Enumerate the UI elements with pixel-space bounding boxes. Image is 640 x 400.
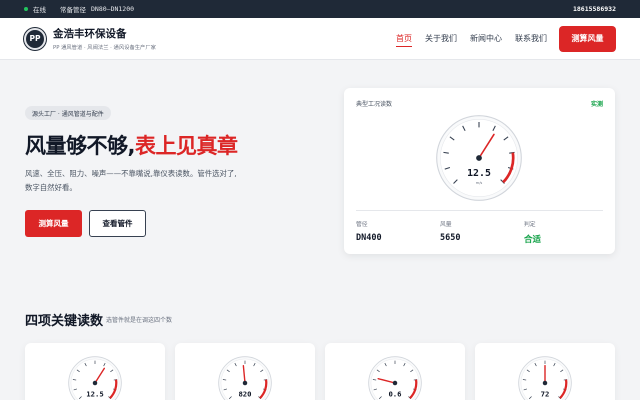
gauge-hub xyxy=(476,155,482,161)
main-nav: PP 金浩丰环保设备 PP 通风管道 · 风阀法兰 · 通风设备生产厂家 首页 … xyxy=(0,18,640,60)
nav-item-about[interactable]: 关于我们 xyxy=(425,31,457,46)
stat-verdict-label: 判定 xyxy=(524,222,536,228)
mini-gauge: 12.5 xyxy=(68,356,122,400)
gauge-hub xyxy=(392,380,398,386)
gauge-card-title: 典型工况读数 xyxy=(356,101,393,108)
top-bar: 在线 常备管径 DN80–DN1200 18615586932 xyxy=(0,0,640,18)
stock-label: 常备管径 xyxy=(60,6,86,14)
brand-tagline: PP 通风管道 · 风阀法兰 · 通风设备生产厂家 xyxy=(53,45,156,51)
gauge-reading: 12.5 xyxy=(467,168,491,179)
gauge-card: 典型工况读数 实测 12.5 m/s 管径 DN400 风量 5650 判定 合… xyxy=(344,88,615,254)
mini-gauge: 0.6 xyxy=(368,356,422,400)
metric-card-resistance[interactable]: 0.6 xyxy=(325,343,465,400)
brand-name[interactable]: 金浩丰环保设备 xyxy=(53,26,156,41)
hero-title-part1: 风量够不够, xyxy=(25,134,135,158)
gauge-hub xyxy=(242,380,248,386)
calculate-airflow-nav-button[interactable]: 测算风量 xyxy=(559,25,616,52)
nav-item-news[interactable]: 新闻中心 xyxy=(470,31,502,46)
stat-airflow-label: 风量 xyxy=(440,222,452,228)
mini-gauge-reading: 12.5 xyxy=(86,389,104,398)
stat-verdict: 判定 合适 xyxy=(524,219,541,245)
mini-gauge-reading: 72 xyxy=(541,389,550,398)
nav-item-home[interactable]: 首页 xyxy=(396,31,412,47)
nav-menu: 首页 关于我们 新闻中心 联系我们 测算风量 xyxy=(383,25,616,52)
stat-airflow: 风量 5650 xyxy=(440,219,460,243)
stat-diameter-label: 管径 xyxy=(356,222,368,228)
calculate-airflow-button[interactable]: 测算风量 xyxy=(25,210,82,237)
nav-item-contact[interactable]: 联系我们 xyxy=(515,31,547,46)
stat-diameter-value: DN400 xyxy=(356,233,382,243)
metric-card-velocity[interactable]: 12.5 xyxy=(25,343,165,400)
stat-diameter: 管径 DN400 xyxy=(356,219,382,243)
mini-gauge: 820 xyxy=(218,356,272,400)
mini-gauge-reading: 820 xyxy=(238,389,251,398)
brand: 金浩丰环保设备 PP 通风管道 · 风阀法兰 · 通风设备生产厂家 xyxy=(53,26,156,51)
main-gauge: 12.5 m/s xyxy=(436,115,522,201)
online-status-icon xyxy=(24,7,28,11)
stat-airflow-value: 5650 xyxy=(440,233,461,243)
gauge-hub xyxy=(542,380,548,386)
hero-title-highlight: 表上见真章 xyxy=(134,134,238,158)
gauge-unit: m/s xyxy=(476,181,483,185)
metric-card-noise[interactable]: 72 xyxy=(475,343,615,400)
brand-logo[interactable]: PP xyxy=(24,27,46,50)
gauge-card-status: 实测 xyxy=(590,101,603,108)
stock-range: DN80–DN1200 xyxy=(91,5,135,13)
hero-description: 风速、全压、阻力、噪声——不靠嘴说,靠仪表读数。管件选对了,数字自然好看。 xyxy=(25,169,237,192)
online-status-text: 在线 xyxy=(33,6,46,14)
mini-gauge: 72 xyxy=(518,356,572,400)
stat-verdict-value: 合适 xyxy=(524,235,542,245)
phone-number[interactable]: 18615586932 xyxy=(573,5,616,13)
gauge-hub xyxy=(92,380,98,386)
metric-card-pressure[interactable]: 820 xyxy=(175,343,315,400)
hero-title: 风量够不够,表上见真章 xyxy=(25,130,238,160)
section-subtitle: 选管件就是在调这四个数 xyxy=(106,317,173,324)
mini-gauge-reading: 0.6 xyxy=(388,389,401,398)
view-fittings-button[interactable]: 查看管件 xyxy=(89,210,146,237)
gauge-card-divider xyxy=(356,210,603,211)
section-title: 四项关键读数 xyxy=(25,314,104,329)
hero-badge: 源头工厂 · 通风管道与配件 xyxy=(25,106,111,120)
